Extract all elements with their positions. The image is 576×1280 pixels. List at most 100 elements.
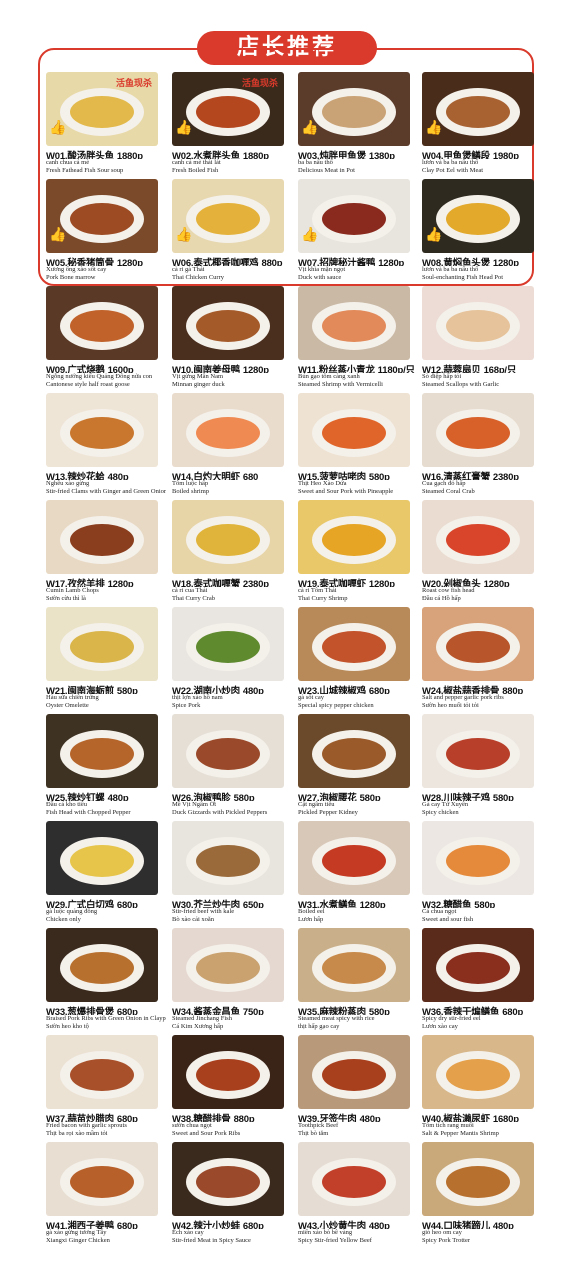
dish-name: 白灼大明虾	[193, 472, 240, 480]
dish-name: 甲鱼煲鳝段	[443, 151, 490, 159]
dish-code: W05.	[46, 258, 68, 266]
dish-photo: 👍	[298, 179, 410, 253]
dish-subtitle-1: Ngỗng nướng kiểu Quảng Đông nửa con	[46, 373, 153, 380]
dish-subtitle-2: Lươn hấp	[298, 916, 324, 923]
dish-name: 葱爆排骨煲	[67, 1007, 114, 1015]
dish-food	[70, 738, 134, 770]
dish-subtitle-2: Special spicy pepper chicken	[298, 702, 374, 709]
dish-photo	[298, 821, 410, 895]
menu-item[interactable]: W21.闽南海蛎煎 580p Hàu sữa chiên trứng Oyster O…	[44, 607, 166, 713]
dish-code: W42.	[172, 1221, 194, 1229]
menu-item[interactable]: W42.辣汁小炒蛙 680p Ếch xào cay Stir-fried Meat …	[170, 1142, 292, 1248]
menu-item[interactable]: W24.椒盐蒜香排骨 880p Salt and pepper garlic por…	[420, 607, 542, 713]
menu-item[interactable]: W43.小炒黄牛肉 480p miến xào bò bê vàng Spicy St…	[296, 1142, 418, 1248]
menu-item[interactable]: W20.剁椒鱼头 1280p Roast cow fish head Đầu cá H…	[420, 500, 542, 606]
menu-item[interactable]: W18.泰式咖喱蟹 2380p cà ri cua Thái Thai Curry C…	[170, 500, 292, 606]
dish-title: W24.椒盐蒜香排骨 880p	[422, 683, 542, 694]
menu-item[interactable]: W32.糖醋鱼 580p Cá chua ngọt Sweet and sour fi…	[420, 821, 542, 927]
menu-item[interactable]: W27.泡椒腰花 580p Cật ngâm tiêu Pickled Pepper …	[296, 714, 418, 820]
menu-item[interactable]: 👍 W06.泰式椰香咖喱鸡 880p cà ri gà Thái Thai Chicke…	[170, 179, 292, 285]
dish-name: 椒盐濑尿虾	[443, 1114, 490, 1122]
dish-title: W19.泰式咖喱虾 1280p	[298, 576, 418, 587]
dish-price: 1280p	[483, 579, 510, 587]
dish-subtitle-1: Gà cay Tứ Xuyên	[422, 801, 469, 808]
menu-item[interactable]: 👍 W03.炖胖甲鱼煲 1380p ba ba nấu thố Delicious Me…	[296, 72, 418, 178]
menu-item[interactable]: W28.川味辣子鸡 580p Gà cay Tứ Xuyên Spicy chicke…	[420, 714, 542, 820]
dish-food	[446, 417, 510, 449]
menu-item[interactable]: 👍 W05.秘香猪筒骨 1280p Xương ống xào sốt cay Pork…	[44, 179, 166, 285]
menu-item[interactable]: W40.椒盐濑尿虾 1680p Tôm tích rang muối Salt & P…	[420, 1035, 542, 1141]
dish-price: 680	[242, 472, 259, 480]
dish-subtitle-1: lươn và ba ba nấu thố	[422, 159, 479, 166]
dish-food	[196, 203, 260, 235]
dish-photo: 👍	[172, 179, 284, 253]
dish-photo	[422, 500, 534, 574]
dish-code: W07.	[298, 258, 320, 266]
menu-item[interactable]: W11.粉丝蒸小青龙 1180p/只 Bún gạo tôm càng xanh St…	[296, 286, 418, 392]
dish-price: 480p	[242, 686, 264, 694]
menu-item[interactable]: W30.芥兰炒牛肉 650p Stir-fried beef with kale Bò…	[170, 821, 292, 927]
thumbs-up-icon: 👍	[175, 226, 193, 242]
menu-item[interactable]: W34.酱蒸金昌鱼 750p Steamed Jinchang Fish Cá Kim…	[170, 928, 292, 1034]
menu-item[interactable]: W15.菠萝咕咾肉 580p Thịt Heo Xào Dứa Sweet and S…	[296, 393, 418, 499]
dish-subtitle-2: Thai Curry Shrimp	[298, 595, 348, 602]
dish-price: 1600p	[107, 365, 134, 373]
dish-photo: 👍 活鱼现杀	[46, 72, 158, 146]
dish-photo	[298, 1035, 410, 1109]
dish-price: 580p	[233, 793, 255, 801]
menu-item[interactable]: W10.闽南姜母鸭 1280p Vịt gừng Mân Nam Minnan gin…	[170, 286, 292, 392]
menu-item[interactable]: W09.广式烧鹅 1600p Ngỗng nướng kiểu Quảng Đông…	[44, 286, 166, 392]
dish-title: W15.菠萝咕咾肉 580p	[298, 469, 418, 480]
menu-item[interactable]: W25.辣炒钉螺 480p Đầu cá kho tiêu Fish Head wit…	[44, 714, 166, 820]
menu-item[interactable]: W26.泡椒鸭胗 580p Mề Vịt Ngâm Ớt Duck Gizzards …	[170, 714, 292, 820]
menu-item[interactable]: W22.湖南小炒肉 480p thịt lợn xào hồ nam Spice Po…	[170, 607, 292, 713]
menu-item[interactable]: W41.湘西子姜鸭 680p gà xào gừng tương Tây Xiangx…	[44, 1142, 166, 1248]
dish-price: 480p	[492, 1221, 514, 1229]
menu-item[interactable]: W17.孜然羊排 1280p Cumin Lamb Chops Sườn cừu th…	[44, 500, 166, 606]
dish-title: W41.湘西子姜鸭 680p	[46, 1218, 166, 1229]
menu-item[interactable]: W37.蒜苗炒腊肉 680p Fried bacon with garlic spr…	[44, 1035, 166, 1141]
dish-subtitle-1: Xương ống xào sốt cay	[46, 266, 107, 273]
menu-item[interactable]: W16.清蒸红膏蟹 2380p Cua gạch đỏ hấp Steamed Cor…	[420, 393, 542, 499]
menu-item[interactable]: W12.蒜蓉扇贝 168p/只 Sò điệp hấp tỏi Steamed Sca…	[420, 286, 542, 392]
dish-subtitle-2: Lươn xào cay	[422, 1023, 458, 1030]
menu-item[interactable]: W13.辣炒花蛤 480p Nghêu xào gừng Stir-fried Cla…	[44, 393, 166, 499]
dish-price: 650p	[242, 900, 264, 908]
dish-subtitle-1: Đầu cá kho tiêu	[46, 801, 87, 808]
thumbs-up-icon: 👍	[49, 226, 67, 242]
menu-item[interactable]: W38.糖醋排骨 880p sườn chua ngọt Sweet and Sour…	[170, 1035, 292, 1141]
menu-item[interactable]: 👍 W08.黄焖鱼头煲 1280p lươn và ba ba nấu thố Soul…	[420, 179, 542, 285]
dish-name: 口味猪蹄儿	[443, 1221, 490, 1229]
dish-price: 1280p	[242, 365, 269, 373]
menu-item[interactable]: W14.白灼大明虾 680 Tôm luộc hấp Boiled shrimp	[170, 393, 292, 499]
menu-item[interactable]: 👍 活鱼现杀 W02.水煮胖头鱼 1880p canh cá mè thái lát Fr…	[170, 72, 292, 178]
menu-item[interactable]: 👍 活鱼现杀 W01.酸汤胖头鱼 1880p canh chua cá mè Fresh …	[44, 72, 166, 178]
dish-price: 880p	[233, 1114, 255, 1122]
menu-item[interactable]: W23.山城辣椒鸡 680p gà sốt cay Special spicy pep…	[296, 607, 418, 713]
menu-item[interactable]: W44.口味猪蹄儿 480p giò heo om cay Spicy Pork Tr…	[420, 1142, 542, 1248]
dish-name: 泡椒鸭胗	[193, 793, 231, 801]
dish-name: 山城辣椒鸡	[319, 686, 366, 694]
dish-code: W25.	[46, 793, 68, 801]
dish-name: 闽南姜母鸭	[193, 365, 240, 373]
menu-item[interactable]: W19.泰式咖喱虾 1280p cà ri Tôm Thái Thai Curry S…	[296, 500, 418, 606]
dish-food	[196, 845, 260, 877]
dish-food	[70, 524, 134, 556]
menu-item[interactable]: W29.广式白切鸡 680p gà luộc quảng đông Chicken o…	[44, 821, 166, 927]
menu-item[interactable]: W31.水煮鳝鱼 1280p Boiled eel Lươn hấp	[296, 821, 418, 927]
dish-subtitle-2: Stir-fried Clams with Ginger and Green O…	[46, 488, 166, 495]
menu-item[interactable]: 👍 W04.甲鱼煲鳝段 1980p lươn và ba ba nấu thố Clay…	[420, 72, 542, 178]
dish-name: 菠萝咕咾肉	[319, 472, 366, 480]
menu-item[interactable]: W39.牙签牛肉 480p Toothpick Beef Thịt bò tăm	[296, 1035, 418, 1141]
menu-item[interactable]: W36.香辣干煸鳝鱼 680p Spicy dry stir-fried eel Lư…	[420, 928, 542, 1034]
dish-price: 2380p	[492, 472, 519, 480]
dish-subtitle-1: Stir-fried beef with kale	[172, 908, 235, 915]
menu-item[interactable]: W33.葱爆排骨煲 680p Braised Pork Ribs with Gree…	[44, 928, 166, 1034]
menu-item[interactable]: 👍 W07.招牌秘汁酱鸭 1280p Vịt khìa mặn ngọt Duck wi…	[296, 179, 418, 285]
dish-name: 椒盐蒜香排骨	[443, 686, 500, 694]
menu-item[interactable]: W35.麻辣粉蒸肉 580p Steamed meat spicy with ric…	[296, 928, 418, 1034]
dish-code: W13.	[46, 472, 68, 480]
dish-title: W30.芥兰炒牛肉 650p	[172, 897, 292, 908]
dish-food	[446, 1166, 510, 1198]
dish-subtitle-1: sườn chua ngọt	[172, 1122, 212, 1129]
